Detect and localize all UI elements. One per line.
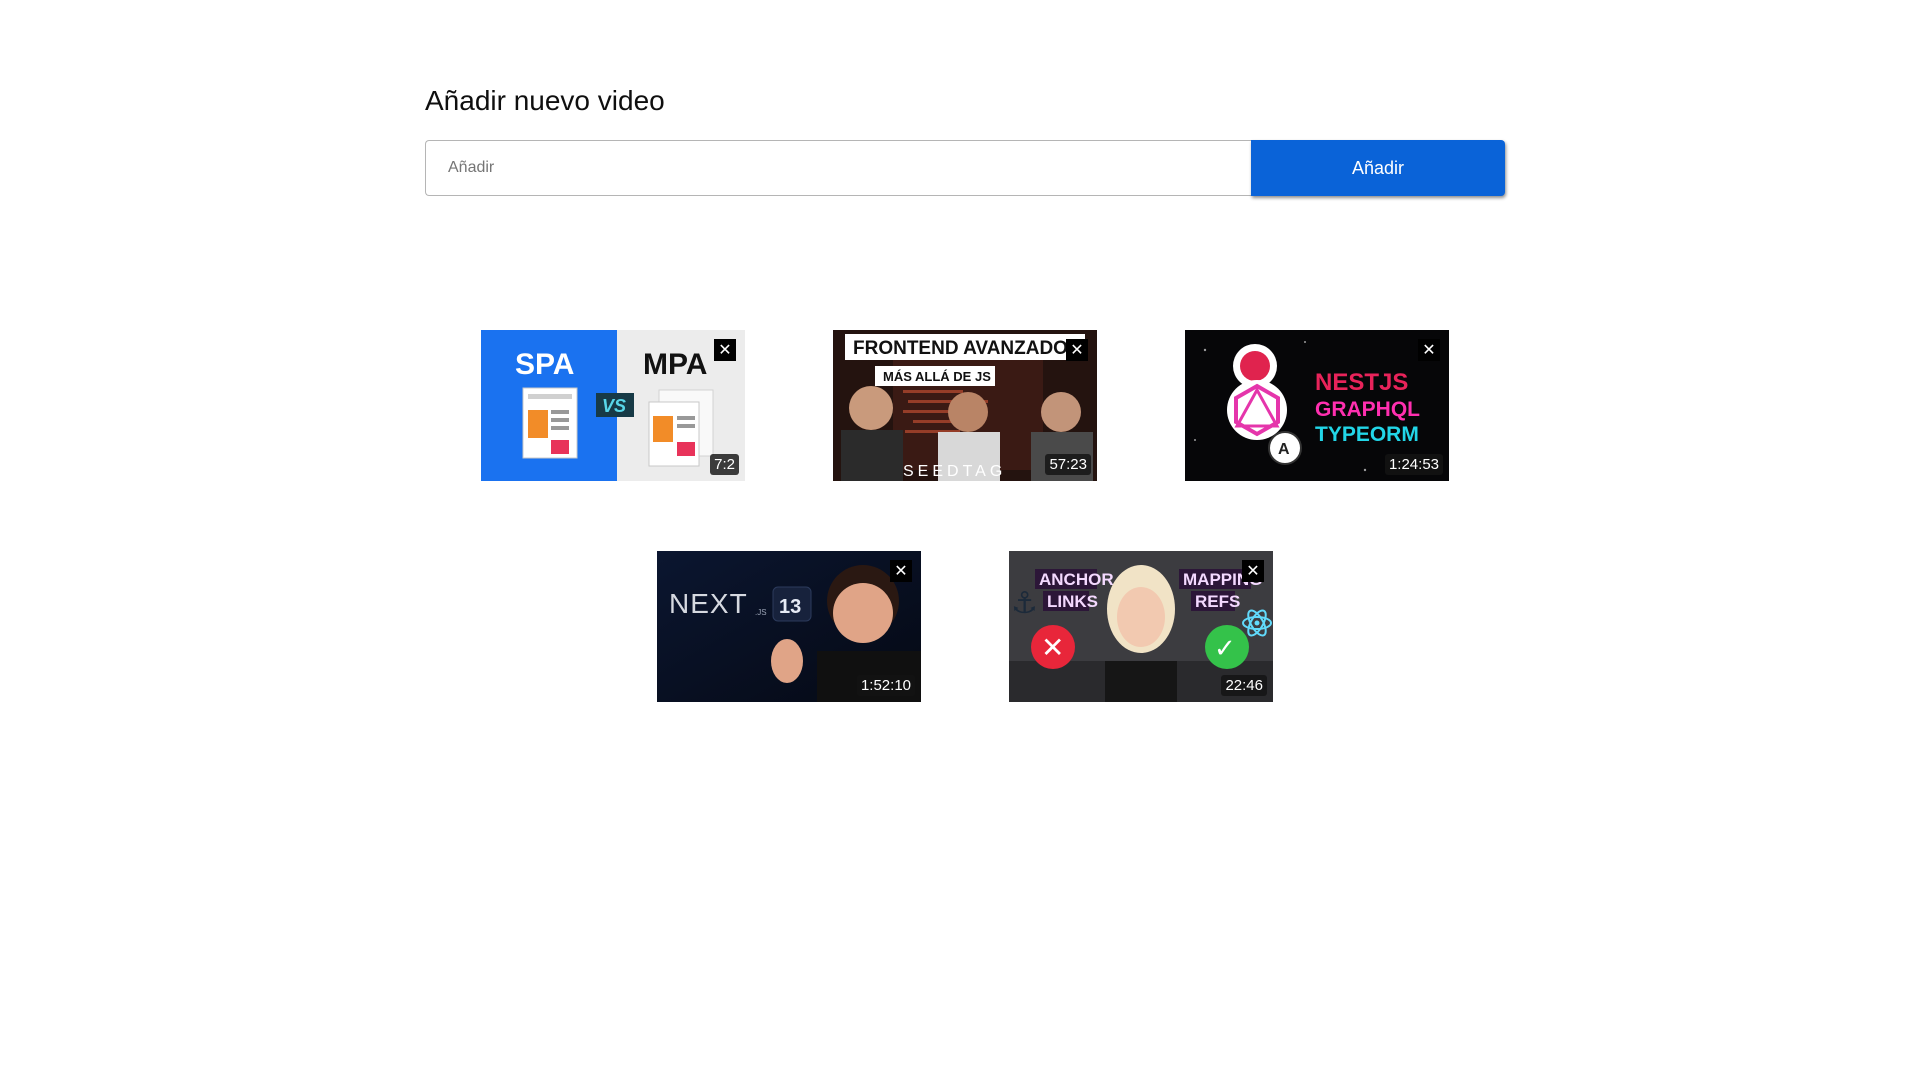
video-duration: 22:46 bbox=[1221, 675, 1267, 696]
thumbnail-text: NESTJS bbox=[1315, 369, 1408, 396]
video-card[interactable]: NEXT .JS 13 ✕ 1:52:10 bbox=[657, 551, 921, 702]
thumbnail-text: ANCHOR bbox=[1039, 570, 1114, 589]
remove-video-button[interactable]: ✕ bbox=[1242, 560, 1264, 582]
thumbnail-text: 13 bbox=[779, 596, 801, 618]
video-grid: SPA MPA VS ✕ 7:2 FRONTEND AVANZADO MÁS A… bbox=[425, 330, 1505, 702]
video-card[interactable]: A NESTJS GRAPHQL TYPEORM ✕ 1:24:53 bbox=[1185, 330, 1449, 481]
thumbnail-text: GRAPHQL bbox=[1315, 398, 1420, 421]
video-duration: 1:24:53 bbox=[1384, 454, 1443, 475]
thumbnail-text: FRONTEND AVANZADO bbox=[853, 338, 1068, 359]
remove-video-button[interactable]: ✕ bbox=[1418, 339, 1440, 361]
thumbnail-text: LINKS bbox=[1047, 592, 1098, 611]
page-title: Añadir nuevo video bbox=[425, 85, 665, 116]
video-url-input[interactable] bbox=[425, 140, 1251, 196]
thumbnail-text: TYPEORM bbox=[1315, 423, 1419, 446]
svg-text:⚓: ⚓ bbox=[1011, 586, 1038, 621]
video-card[interactable]: SPA MPA VS ✕ 7:2 bbox=[481, 330, 745, 481]
app-root: Añadir nuevo video Añadir SPA MPA bbox=[0, 0, 1920, 1080]
svg-text:✓: ✓ bbox=[1214, 634, 1236, 664]
video-duration: 1:52:10 bbox=[856, 675, 915, 696]
thumbnail-text: .JS bbox=[755, 608, 767, 617]
add-video-form: Añadir bbox=[425, 140, 1505, 196]
remove-video-button[interactable]: ✕ bbox=[1066, 339, 1088, 361]
video-duration: 57:23 bbox=[1045, 454, 1091, 475]
remove-video-button[interactable]: ✕ bbox=[890, 560, 912, 582]
add-video-button[interactable]: Añadir bbox=[1251, 140, 1505, 196]
thumbnail-text: SEEDTAG bbox=[903, 463, 1006, 480]
svg-text:A: A bbox=[1278, 441, 1290, 458]
thumbnail-text: MÁS ALLÁ DE JS bbox=[883, 369, 991, 384]
video-thumbnail[interactable]: SPA MPA VS bbox=[481, 330, 745, 481]
thumbnail-text: VS bbox=[602, 396, 626, 416]
thumbnail-text: SPA bbox=[515, 348, 574, 381]
thumbnail-text: REFS bbox=[1195, 592, 1240, 611]
thumbnail-text: MPA bbox=[643, 348, 707, 381]
video-card[interactable]: FRONTEND AVANZADO MÁS ALLÁ DE JS SEEDTAG… bbox=[833, 330, 1097, 481]
remove-video-button[interactable]: ✕ bbox=[714, 339, 736, 361]
thumbnail-text: NEXT bbox=[669, 588, 748, 619]
video-duration: 7:2 bbox=[710, 454, 739, 475]
svg-text:✕: ✕ bbox=[1041, 631, 1064, 664]
video-card[interactable]: ANCHOR LINKS MAPPING REFS ⚓ ✕ ✓ ✕ 22:46 bbox=[1009, 551, 1273, 702]
